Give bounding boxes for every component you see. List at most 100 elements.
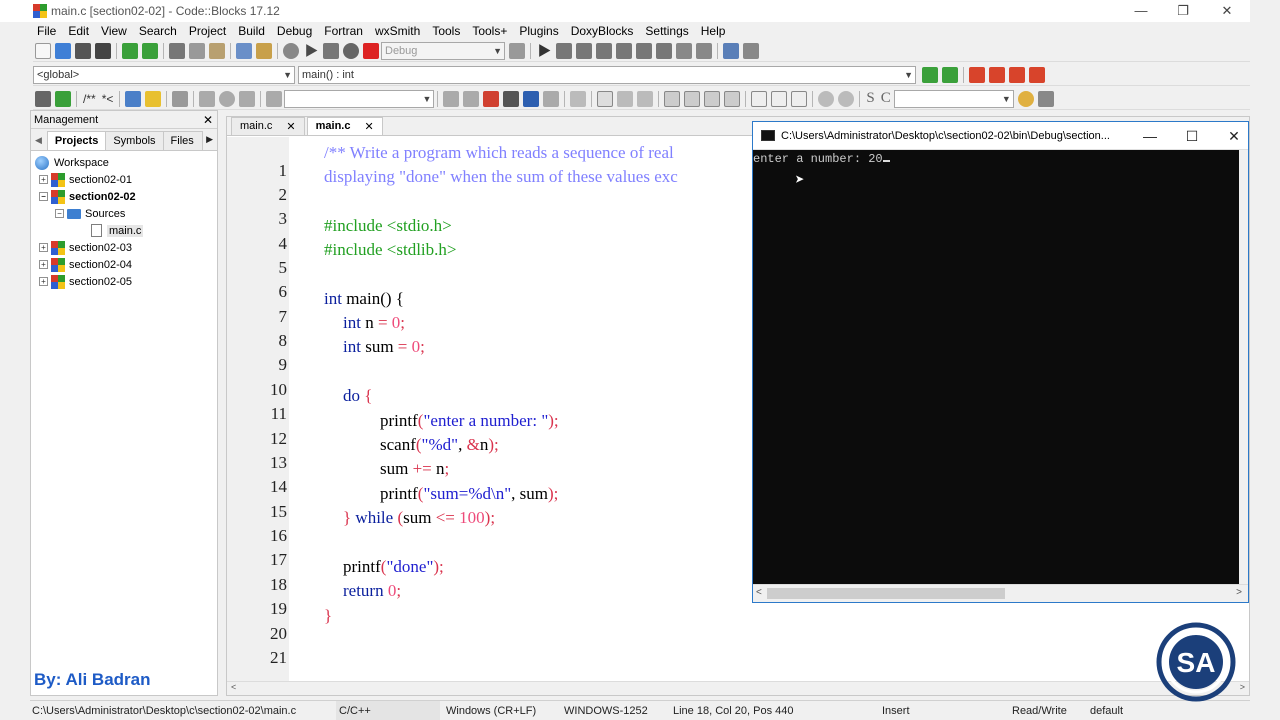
prev-bookmark-icon[interactable]: [989, 66, 1005, 83]
extract-docs-icon[interactable]: [55, 90, 71, 107]
tree-item-project[interactable]: + section02-01: [31, 171, 217, 188]
next-instruction-icon[interactable]: [636, 42, 652, 59]
menu-settings[interactable]: Settings: [641, 24, 692, 38]
function-select[interactable]: main() : int ▼: [298, 65, 916, 84]
scroll-left-icon[interactable]: <: [756, 587, 762, 598]
tree-item-project[interactable]: + section02-05: [31, 273, 217, 290]
menu-tools-plus[interactable]: Tools+: [468, 24, 511, 38]
scrollbar-thumb[interactable]: [767, 588, 1005, 599]
save-icon[interactable]: [75, 42, 91, 59]
selected-only-icon[interactable]: [503, 90, 520, 107]
line-comment-button[interactable]: *<: [102, 92, 114, 106]
menu-help[interactable]: Help: [697, 24, 730, 38]
menu-tools[interactable]: Tools: [428, 24, 464, 38]
new-file-icon[interactable]: [35, 42, 51, 59]
record-icon[interactable]: [219, 90, 236, 107]
scope-select[interactable]: <global> ▼: [33, 65, 295, 84]
regex-icon[interactable]: [543, 90, 560, 107]
tree-item-file[interactable]: main.c: [31, 222, 217, 239]
menu-search[interactable]: Search: [135, 24, 181, 38]
menu-edit[interactable]: Edit: [64, 24, 93, 38]
menu-view[interactable]: View: [97, 24, 131, 38]
tab-scroll-right-icon[interactable]: ▶: [206, 134, 213, 145]
collapse-icon[interactable]: −: [39, 192, 48, 201]
menu-file[interactable]: File: [33, 24, 60, 38]
find-icon[interactable]: [236, 42, 252, 59]
step-into-instruction-icon[interactable]: [656, 42, 672, 59]
debug-info-icon[interactable]: [743, 42, 759, 59]
tree-item-project[interactable]: + section02-03: [31, 239, 217, 256]
minimize-button[interactable]: —: [1118, 0, 1164, 22]
debug-windows-icon[interactable]: [723, 42, 739, 59]
tab-main-c-active[interactable]: main.c ✕: [306, 117, 383, 135]
menu-project[interactable]: Project: [185, 24, 230, 38]
clear-bookmarks-icon[interactable]: [1029, 66, 1045, 83]
open-file-icon[interactable]: [55, 42, 71, 59]
pause-icon[interactable]: [676, 42, 692, 59]
tree-item-project[interactable]: + section02-04: [31, 256, 217, 273]
tree-item-project-active[interactable]: − section02-02: [31, 188, 217, 205]
paste-icon[interactable]: [209, 42, 225, 59]
expand-icon[interactable]: +: [39, 260, 48, 269]
search-next-icon[interactable]: [463, 90, 480, 107]
doxywizard-icon[interactable]: [35, 90, 51, 107]
zoom-out-icon[interactable]: [838, 90, 855, 107]
close-icon[interactable]: ✕: [203, 111, 213, 129]
incremental-search-input[interactable]: ▼: [284, 89, 435, 108]
stop-debug-icon[interactable]: [696, 42, 712, 59]
console-maximize-button[interactable]: ☐: [1170, 122, 1214, 150]
console-window[interactable]: C:\Users\Administrator\Desktop\c\section…: [752, 121, 1249, 603]
box-icon[interactable]: [751, 90, 768, 107]
expand-icon[interactable]: +: [39, 243, 48, 252]
editor-horizontal-scrollbar[interactable]: < >: [227, 681, 1249, 695]
symbol-s-button[interactable]: S: [866, 90, 874, 107]
block-comment-button[interactable]: /**: [83, 92, 96, 106]
menu-fortran[interactable]: Fortran: [320, 24, 367, 38]
search-icon[interactable]: [1017, 90, 1034, 107]
match-case-icon[interactable]: [523, 90, 540, 107]
incremental-search-icon[interactable]: [266, 90, 283, 107]
undo-icon[interactable]: [122, 42, 138, 59]
pointer-icon[interactable]: [570, 90, 587, 107]
close-button[interactable]: ✕: [1204, 0, 1250, 22]
toggle-bookmark-icon[interactable]: [969, 66, 985, 83]
image-icon[interactable]: [617, 90, 634, 107]
chm-help-icon[interactable]: [145, 90, 162, 107]
preferences-icon[interactable]: [172, 90, 189, 107]
row-delete-icon[interactable]: [704, 90, 721, 107]
redo-icon[interactable]: [142, 42, 158, 59]
tab-projects[interactable]: Projects: [46, 131, 107, 150]
symbol-search-input[interactable]: ▼: [893, 89, 1014, 108]
symbol-c-button[interactable]: C: [881, 90, 891, 107]
step-out-icon[interactable]: [616, 42, 632, 59]
tree-item-sources[interactable]: − Sources: [31, 205, 217, 222]
box-3-icon[interactable]: [791, 90, 808, 107]
collapse-icon[interactable]: −: [55, 209, 64, 218]
next-bookmark-icon[interactable]: [1009, 66, 1025, 83]
close-icon[interactable]: ✕: [364, 120, 373, 133]
copy-icon[interactable]: [189, 42, 205, 59]
scroll-right-icon[interactable]: >: [1236, 587, 1242, 598]
menu-debug[interactable]: Debug: [273, 24, 316, 38]
frame-icon[interactable]: [597, 90, 614, 107]
html-docs-icon[interactable]: [125, 90, 142, 107]
console-close-button[interactable]: ✕: [1212, 122, 1256, 150]
console-horizontal-scrollbar[interactable]: < >: [753, 584, 1248, 602]
tree-item-workspace[interactable]: Workspace: [31, 154, 217, 171]
console-output[interactable]: enter a number: 20 ➤: [753, 150, 1241, 584]
text-icon[interactable]: [637, 90, 654, 107]
box-2-icon[interactable]: [771, 90, 788, 107]
zoom-in-icon[interactable]: [818, 90, 835, 107]
search-prev-icon[interactable]: [443, 90, 460, 107]
menu-doxyblocks[interactable]: DoxyBlocks: [567, 24, 638, 38]
expand-icon[interactable]: +: [39, 175, 48, 184]
row-insert-icon[interactable]: [684, 90, 701, 107]
table-icon[interactable]: [724, 90, 741, 107]
highlight-icon[interactable]: [483, 90, 500, 107]
last-icon[interactable]: [239, 90, 256, 107]
save-all-icon[interactable]: [95, 42, 111, 59]
close-icon[interactable]: ✕: [286, 120, 295, 133]
first-icon[interactable]: [199, 90, 216, 107]
expand-icon[interactable]: +: [39, 277, 48, 286]
abort-icon[interactable]: [363, 42, 379, 59]
